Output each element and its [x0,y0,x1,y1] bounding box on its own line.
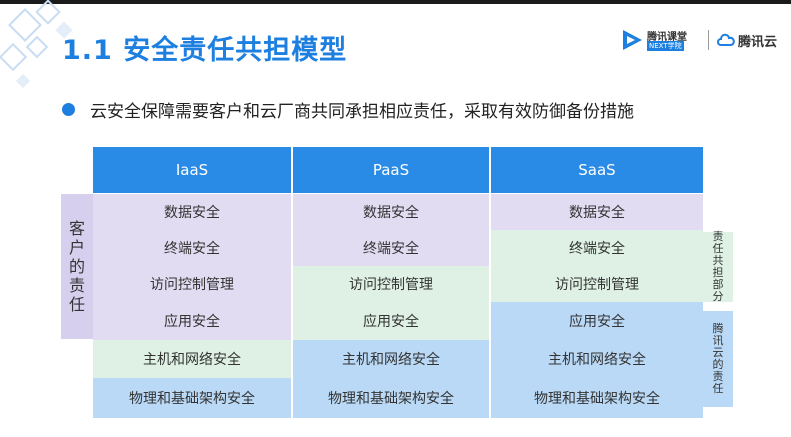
column-header-saas: SaaS [491,147,703,193]
cell-saas-physical: 物理和基础架构安全 [491,378,703,418]
column-header-iaas: IaaS [93,147,291,193]
tencent-responsibility-text: 腾讯云的责任 [712,322,724,395]
cell-paas-app: 应用安全 [293,302,489,340]
customer-responsibility-text: 客户的责任 [68,219,85,314]
cell-saas-data: 数据安全 [491,194,703,230]
page-title: 1.1 安全责任共担模型 [62,35,348,66]
cell-iaas-access: 访问控制管理 [93,266,291,302]
cell-paas-data: 数据安全 [293,194,489,230]
tencent-classroom-logo: 腾讯课堂 NEXT学院 [620,28,700,52]
cell-iaas-physical: 物理和基础架构安全 [93,378,291,418]
cell-saas-app: 应用安全 [491,302,703,340]
cell-saas-access: 访问控制管理 [491,266,703,302]
tencent-responsibility-label: 腾讯云的责任 [703,311,733,407]
cell-paas-physical: 物理和基础架构安全 [293,378,489,418]
cell-saas-endpoint: 终端安全 [491,230,703,266]
tencent-cloud-logo: 腾讯云 [716,28,780,52]
logo-divider [708,30,709,50]
column-header-paas: PaaS [293,147,489,193]
logo-group: 腾讯课堂 NEXT学院 腾讯云 [620,28,780,52]
cell-paas-host: 主机和网络安全 [293,340,489,378]
shared-responsibility-text: 责任共担部分 [712,230,724,303]
bullet-dot [62,103,75,116]
cell-iaas-app: 应用安全 [93,302,291,340]
column-divider [489,147,491,418]
shared-responsibility-label: 责任共担部分 [703,230,733,303]
play-icon [623,30,642,50]
cell-iaas-endpoint: 终端安全 [93,230,291,266]
cell-iaas-host: 主机和网络安全 [93,340,291,378]
cell-paas-endpoint: 终端安全 [293,230,489,266]
cloud-logo-name: 腾讯云 [738,35,778,50]
column-divider [291,147,293,418]
bullet-text: 云安全保障需要客户和云厂商共同承担相应责任，采取有效防御备份措施 [90,102,634,122]
cell-iaas-data: 数据安全 [93,194,291,230]
edu-logo-sub: NEXT学院 [647,41,684,51]
cell-paas-access: 访问控制管理 [293,266,489,302]
cloud-icon [717,33,735,46]
cell-saas-host: 主机和网络安全 [491,340,703,378]
customer-responsibility-label: 客户的责任 [61,194,93,339]
